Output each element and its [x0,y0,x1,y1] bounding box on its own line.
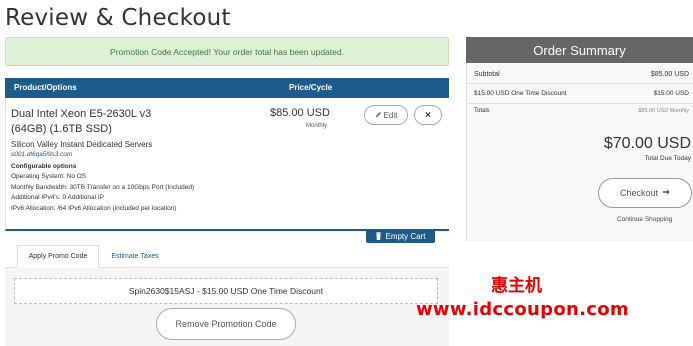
cart-table-header: Product/Options Price/Cycle [5,78,449,98]
remove-item-button[interactable]: × [414,105,442,125]
header-product-options: Product/Options [14,83,77,92]
total-due-label: Total Due Today [644,155,692,162]
item-price: $85.00 USD [270,107,330,119]
divider [467,83,693,84]
empty-cart-button[interactable]: Empty Cart [366,230,435,243]
close-icon: × [425,109,431,121]
config-option: Operating System: No OS [11,173,87,180]
tab-apply-promo-code[interactable]: Apply Promo Code [17,245,99,268]
pencil-icon [375,111,382,120]
totals-value: $85.00 USD Monthly [638,108,689,114]
config-option: IPv6 Allocation: /64 IPv6 Allocation (in… [11,204,177,212]
product-domain: s001.dl6qa5l9s3.com [11,151,73,158]
discount-value: $15.00 USD [653,90,689,97]
total-due-amount: $70.00 USD [603,135,691,152]
config-options-list: Operating System: No OS Monthly Bandwidt… [11,172,194,214]
cart-item: Dual Intel Xeon E5-2630L v3 (64GB) (1.6T… [5,98,449,231]
checkout-tabs: Apply Promo Code Estimate Taxes [5,243,449,268]
subtotal-row: Subtotal $85.00 USD [474,71,689,78]
tab-estimate-taxes[interactable]: Estimate Taxes [99,245,171,268]
totals-label: Totals [474,108,490,114]
promo-success-alert: Promotion Code Accepted! Your order tota… [5,37,449,66]
watermark-chinese: 惠主机 [491,276,542,296]
checkout-label: Checkout [619,188,659,198]
edit-item-button[interactable]: Edit [364,105,408,125]
config-options-title: Configurable options [11,163,77,170]
alert-message: Promotion Code Accepted! Your order tota… [110,46,344,57]
empty-cart-label: Empty Cart [385,232,426,241]
product-name-line1: Dual Intel Xeon E5-2630L v3 [11,108,152,120]
arrow-right-icon [662,188,670,198]
divider [467,103,693,104]
continue-shopping-link[interactable]: Continue Shopping [617,216,672,223]
totals-row: Totals $85.00 USD Monthly [474,108,689,114]
order-summary-header: Order Summary [466,37,693,63]
discount-row: $15.00 USD One Time Discount $15.00 USD [474,90,689,97]
config-option: Monthly Bandwidth: 30TB Transfer on a 10… [11,183,195,191]
watermark-url: www.idccoupon.com [416,299,629,320]
config-option: Additional IPv4's: 0 Additional IP [11,194,105,201]
edit-label: Edit [383,110,398,120]
order-summary-body: Subtotal $85.00 USD $15.00 USD One Time … [466,63,693,241]
promo-code-text: Spin2630$15ASJ - $15.00 USD One Time Dis… [128,286,324,296]
item-cycle: Monthly [306,123,328,129]
applied-promo-code: Spin2630$15ASJ - $15.00 USD One Time Dis… [14,278,438,304]
subtotal-value: $85.00 USD [650,71,689,78]
product-name: Dual Intel Xeon E5-2630L v3 (64GB) (1.6T… [11,107,271,137]
remove-promotion-code-button[interactable]: Remove Promotion Code [156,308,296,340]
header-price-cycle: Price/Cycle [289,83,333,92]
product-name-line2: (64GB) (1.6TB SSD) [11,123,112,135]
order-summary-title: Order Summary [533,42,626,58]
page-title: Review & Checkout [5,5,231,31]
subtotal-label: Subtotal [474,71,500,78]
discount-label: $15.00 USD One Time Discount [474,90,567,97]
trash-icon [375,231,382,242]
checkout-button[interactable]: Checkout [598,178,692,208]
product-group: Silicon Valley Instant Dedicated Servers [11,140,153,149]
